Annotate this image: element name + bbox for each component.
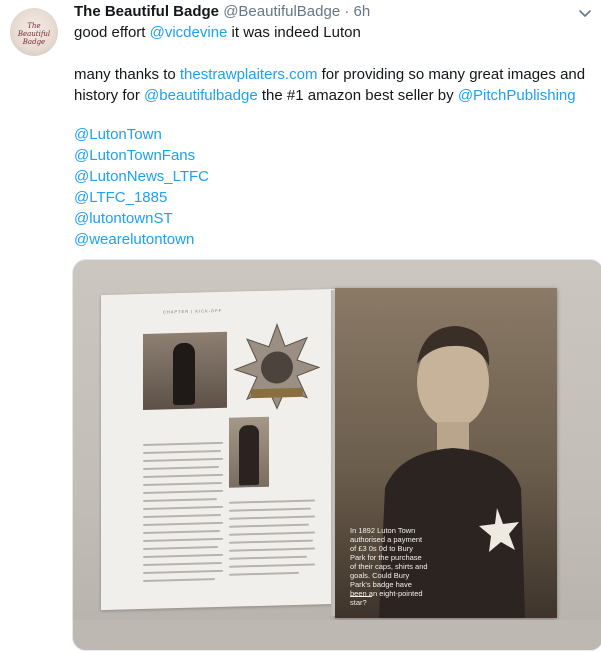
tweet-media-image[interactable]: CHAPTER | KICK-OFF In 1892 Luton Town au… [72,259,601,651]
mention-link[interactable]: @beautifulbadge [144,87,258,104]
mention-luton-news[interactable]: @LutonNews_LTFC [74,167,209,187]
mention-luton-town-st[interactable]: @lutontownST [74,209,173,229]
text-segment: good effort [74,24,150,41]
tweet-header: The Beautiful Badge @BeautifulBadge · 6h [74,3,370,23]
text-segment: many thanks to [74,66,180,83]
text-segment: the #1 amazon best seller by [257,87,458,104]
avatar-logo: The Beautiful Badge [17,22,51,46]
url-link[interactable]: thestrawplaiters.com [180,66,318,83]
mention-luton-town[interactable]: @LutonTown [74,125,162,145]
running-head: CHAPTER | KICK-OFF [163,307,223,315]
tweet-line-3: history for @beautifulbadge the #1 amazo… [74,86,576,106]
book-left-page: CHAPTER | KICK-OFF [101,288,337,611]
mention-link[interactable]: @vicdevine [150,24,228,41]
tweet-line-1: good effort @vicdevine it was indeed Lut… [74,23,361,43]
tweet-time[interactable]: 6h [354,3,371,20]
text-segment: for providing so many great images and [317,66,586,83]
mention-link[interactable]: @PitchPublishing [458,87,576,104]
mention-luton-town-fans[interactable]: @LutonTownFans [74,146,195,166]
text-segment: it was indeed Luton [227,24,361,41]
separator: · [344,3,350,20]
mention-ltfc-1885[interactable]: @LTFC_1885 [74,188,167,208]
text-segment: history for [74,87,145,104]
caption-rule [350,596,372,597]
photo-caption: In 1892 Luton Town authorised a payment … [350,526,428,607]
badge-star-icon [233,323,321,410]
tweet-line-2: many thanks to thestrawplaiters.com for … [74,65,585,85]
player-portrait [229,416,269,488]
avatar[interactable]: The Beautiful Badge [10,8,58,56]
player-photo [143,331,227,410]
author-handle[interactable]: @BeautifulBadge [223,3,340,20]
table-surface [73,620,601,650]
author-name[interactable]: The Beautiful Badge [74,3,219,20]
chevron-down-icon[interactable] [577,5,593,21]
mention-we-are-luton-town[interactable]: @wearelutontown [74,230,194,250]
